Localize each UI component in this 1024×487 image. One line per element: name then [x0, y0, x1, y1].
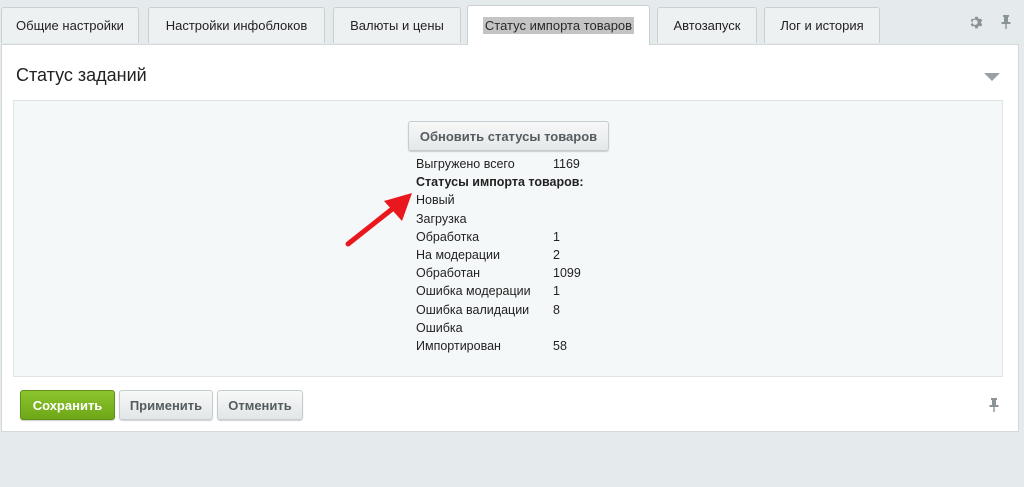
gear-icon[interactable] — [968, 14, 984, 30]
pin-icon[interactable] — [998, 14, 1014, 30]
status-value: 58 — [553, 338, 567, 353]
tab-autostart[interactable]: Автозапуск — [657, 7, 757, 43]
tab-label: Статус импорта товаров — [482, 17, 635, 34]
status-label: Ошибка — [416, 320, 463, 335]
tab-label: Общие настройки — [16, 18, 124, 33]
status-label: На модерации — [416, 247, 500, 262]
tab-import-status[interactable]: Статус импорта товаров — [467, 5, 650, 45]
status-label: Новый — [416, 193, 455, 208]
section-title: Статус заданий — [16, 65, 147, 85]
status-label: Ошибка модерации — [416, 284, 531, 299]
cancel-button[interactable]: Отменить — [217, 390, 303, 420]
refresh-statuses-button[interactable]: Обновить статусы товаров — [408, 121, 609, 151]
tab-bar: Общие настройки Настройки инфоблоков Вал… — [0, 0, 1024, 45]
status-label: Обработан — [416, 266, 481, 281]
settings-panel: Статус заданий Обновить статусы товаров … — [1, 44, 1019, 432]
tab-label: Валюты и цены — [350, 18, 444, 33]
pin-icon[interactable] — [988, 397, 1000, 418]
status-label: Загрузка — [416, 211, 467, 226]
tab-currencies-prices[interactable]: Валюты и цены — [333, 7, 461, 43]
status-value: 1099 — [553, 266, 581, 281]
tab-label: Автозапуск — [673, 18, 741, 33]
tab-general-settings[interactable]: Общие настройки — [1, 7, 139, 43]
total-label: Выгружено всего — [416, 157, 515, 171]
tab-label: Настройки инфоблоков — [165, 18, 308, 33]
status-value: 1 — [553, 284, 560, 299]
statuses-heading: Статусы импорта товаров: — [416, 175, 584, 190]
status-value: 1 — [553, 229, 560, 244]
apply-button[interactable]: Применить — [119, 390, 213, 420]
total-value: 1169 — [553, 157, 580, 171]
tab-label: Лог и история — [780, 18, 864, 33]
collapse-arrow-icon[interactable] — [984, 73, 1000, 81]
status-label: Импортирован — [416, 338, 501, 353]
status-label: Обработка — [416, 229, 480, 244]
status-value: 2 — [553, 247, 560, 262]
status-label: Ошибка валидации — [416, 302, 530, 317]
save-button[interactable]: Сохранить — [20, 390, 115, 420]
red-arrow-icon — [345, 193, 412, 247]
tab-bar-tools — [968, 14, 1014, 30]
tab-infoblock-settings[interactable]: Настройки инфоблоков — [148, 7, 325, 43]
status-value: 8 — [553, 302, 560, 317]
status-box: Обновить статусы товаров Выгружено всего… — [13, 100, 1003, 377]
tab-log-history[interactable]: Лог и история — [764, 7, 880, 43]
